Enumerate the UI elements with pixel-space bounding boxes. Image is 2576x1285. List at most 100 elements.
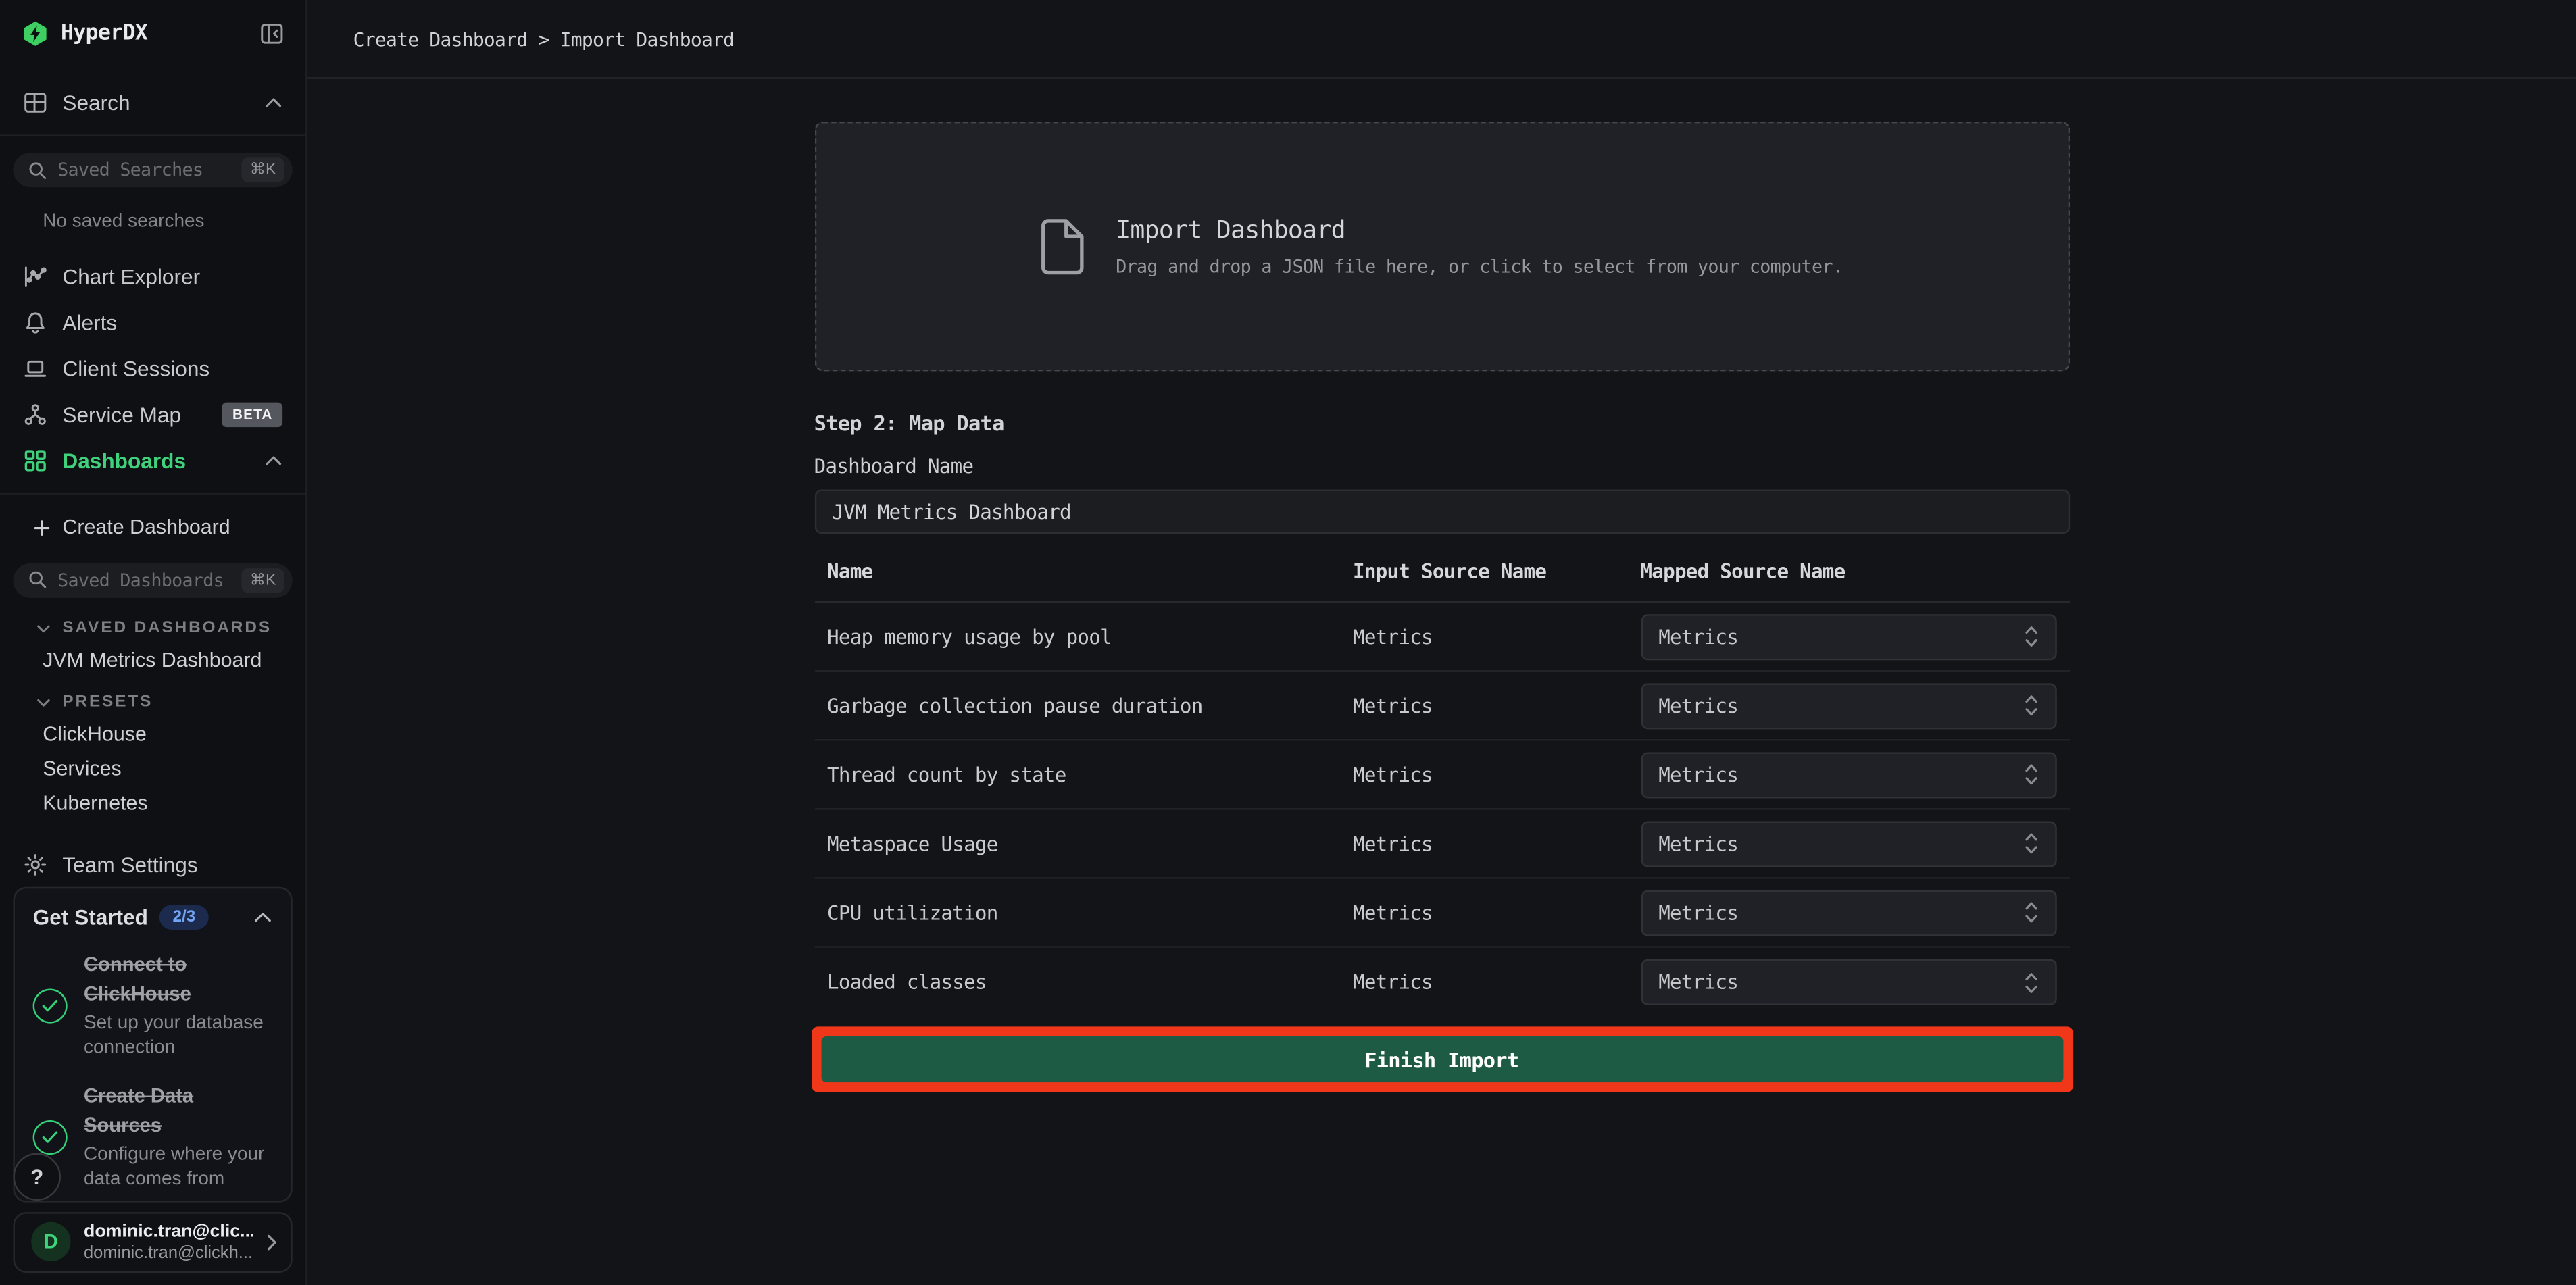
user-name: dominic.tran@clic... [84, 1222, 253, 1242]
gear-icon [23, 853, 47, 877]
selected-value: Metrics [1658, 625, 2023, 648]
sidebar-collapse-button[interactable] [259, 21, 284, 45]
select-chevrons-icon [2023, 970, 2038, 994]
sidebar-item-service-map[interactable]: Service Map BETA [0, 392, 305, 438]
selected-value: Metrics [1658, 901, 2023, 924]
chart-name: Loaded classes [827, 971, 1353, 994]
brand[interactable]: HyperDX [22, 20, 147, 47]
dashboard-link-jvm-metrics[interactable]: JVM Metrics Dashboard [0, 649, 305, 672]
nav-section-search[interactable]: Search [0, 80, 305, 125]
table-row: Loaded classes Metrics Metrics [814, 948, 2069, 1017]
saved-dashboards-input[interactable]: Saved Dashboards ⌘K [13, 563, 292, 598]
breadcrumb[interactable]: Create Dashboard > Import Dashboard [353, 27, 735, 50]
main-area: Create Dashboard > Import Dashboard Impo… [307, 0, 2576, 1285]
user-text: dominic.tran@clic... dominic.tran@clickh… [84, 1222, 253, 1263]
chart-name: Metaspace Usage [827, 832, 1353, 855]
dashboards-grid-icon [23, 449, 47, 473]
no-saved-searches-text: No saved searches [43, 213, 305, 232]
saved-searches-input[interactable]: Saved Searches ⌘K [13, 153, 292, 188]
column-header-input-source: Input Source Name [1353, 560, 1640, 583]
search-section-label: Search [62, 91, 130, 115]
mapped-source-select[interactable]: Metrics [1640, 959, 2056, 1005]
column-header-name: Name [827, 560, 1353, 583]
table-row: Heap memory usage by pool Metrics Metric… [814, 603, 2069, 672]
get-started-card: Get Started 2/3 Connect to ClickHouse Se… [13, 888, 292, 1203]
help-button[interactable]: ? [13, 1152, 61, 1200]
step-title: Create Data Sources [84, 1084, 193, 1137]
step-text: Create Data Sources Configure where your… [84, 1081, 273, 1192]
search-icon [28, 161, 47, 180]
group-saved-dashboards[interactable]: SAVED DASHBOARDS [0, 620, 305, 638]
page-header: Create Dashboard > Import Dashboard [307, 0, 2576, 79]
sidebar-nav: Chart Explorer Alerts Client Sessions Se… [0, 253, 305, 483]
dashboard-name-input[interactable] [814, 489, 2069, 534]
chevron-right-icon [266, 1234, 278, 1252]
get-started-step-connect[interactable]: Connect to ClickHouse Set up your databa… [33, 950, 273, 1061]
select-chevrons-icon [2023, 762, 2038, 786]
input-source: Metrics [1353, 901, 1640, 924]
sidebar-item-label: Alerts [62, 310, 117, 334]
user-account-button[interactable]: D dominic.tran@clic... dominic.tran@clic… [13, 1213, 292, 1272]
chevron-down-icon [36, 697, 51, 707]
sidebar-item-label: Client Sessions [62, 356, 209, 380]
preset-link-clickhouse[interactable]: ClickHouse [0, 723, 305, 746]
table-row: CPU utilization Metrics Metrics [814, 879, 2069, 948]
bell-icon [23, 310, 47, 334]
finish-import-highlight: Finish Import [811, 1026, 2073, 1092]
chart-name: Garbage collection pause duration [827, 694, 1353, 717]
dropzone-subtitle: Drag and drop a JSON file here, or click… [1116, 256, 1843, 278]
sidebar-item-client-sessions[interactable]: Client Sessions [0, 346, 305, 392]
selected-value: Metrics [1658, 694, 2023, 717]
chevron-up-icon [264, 97, 282, 108]
input-source: Metrics [1353, 971, 1640, 994]
finish-import-button[interactable]: Finish Import [820, 1036, 2062, 1082]
create-dashboard-label: Create Dashboard [62, 516, 230, 539]
shortcut-badge: ⌘K [242, 158, 284, 182]
mapped-source-select[interactable]: Metrics [1640, 889, 2056, 935]
sidebar-item-label: Service Map [62, 402, 181, 426]
mapped-source-select[interactable]: Metrics [1640, 682, 2056, 728]
dashboard-name-label: Dashboard Name [814, 455, 2069, 478]
input-source: Metrics [1353, 832, 1640, 855]
saved-searches-placeholder: Saved Searches [57, 159, 232, 181]
step-label: Step 2: Map Data [814, 411, 2069, 435]
sidebar-item-dashboards[interactable]: Dashboards [0, 438, 305, 484]
preset-link-kubernetes[interactable]: Kubernetes [0, 792, 305, 815]
selected-value: Metrics [1658, 763, 2023, 786]
laptop-icon [23, 356, 47, 380]
create-dashboard-button[interactable]: Create Dashboard [0, 508, 305, 547]
mapped-source-select[interactable]: Metrics [1640, 613, 2056, 659]
step-desc: Set up your database connection [84, 1012, 273, 1061]
step-text: Connect to ClickHouse Set up your databa… [84, 950, 273, 1061]
group-presets[interactable]: PRESETS [0, 693, 305, 711]
dropzone-text: Import Dashboard Drag and drop a JSON fi… [1116, 215, 1843, 277]
chart-name: CPU utilization [827, 901, 1353, 924]
chevron-up-icon[interactable] [253, 912, 272, 924]
sidebar-item-chart-explorer[interactable]: Chart Explorer [0, 253, 305, 299]
import-dropzone[interactable]: Import Dashboard Drag and drop a JSON fi… [814, 122, 2069, 372]
select-chevrons-icon [2023, 900, 2038, 924]
get-started-title: Get Started [33, 905, 148, 930]
select-chevrons-icon [2023, 693, 2038, 717]
group-label: SAVED DASHBOARDS [62, 620, 272, 638]
sidebar-item-team-settings[interactable]: Team Settings [0, 843, 305, 888]
group-label: PRESETS [62, 693, 153, 711]
mapped-source-select[interactable]: Metrics [1640, 820, 2056, 866]
input-source: Metrics [1353, 763, 1640, 786]
mapped-source-select[interactable]: Metrics [1640, 751, 2056, 797]
chart-explorer-icon [23, 264, 47, 288]
preset-link-services[interactable]: Services [0, 757, 305, 780]
step-desc: Configure where your data comes from [84, 1144, 273, 1193]
divider [0, 134, 305, 136]
get-started-header: Get Started 2/3 [33, 905, 273, 930]
table-header-row: Name Input Source Name Mapped Source Nam… [814, 560, 2069, 603]
selected-value: Metrics [1658, 832, 2023, 855]
check-circle-icon [33, 988, 68, 1023]
hyperdx-logo-icon [22, 20, 49, 47]
user-email: dominic.tran@clickh... [84, 1243, 253, 1263]
shortcut-badge: ⌘K [242, 568, 284, 593]
get-started-step-sources[interactable]: Create Data Sources Configure where your… [33, 1081, 273, 1192]
saved-dashboards-placeholder: Saved Dashboards [57, 570, 232, 591]
sidebar-item-alerts[interactable]: Alerts [0, 300, 305, 346]
beta-badge: BETA [222, 402, 282, 426]
